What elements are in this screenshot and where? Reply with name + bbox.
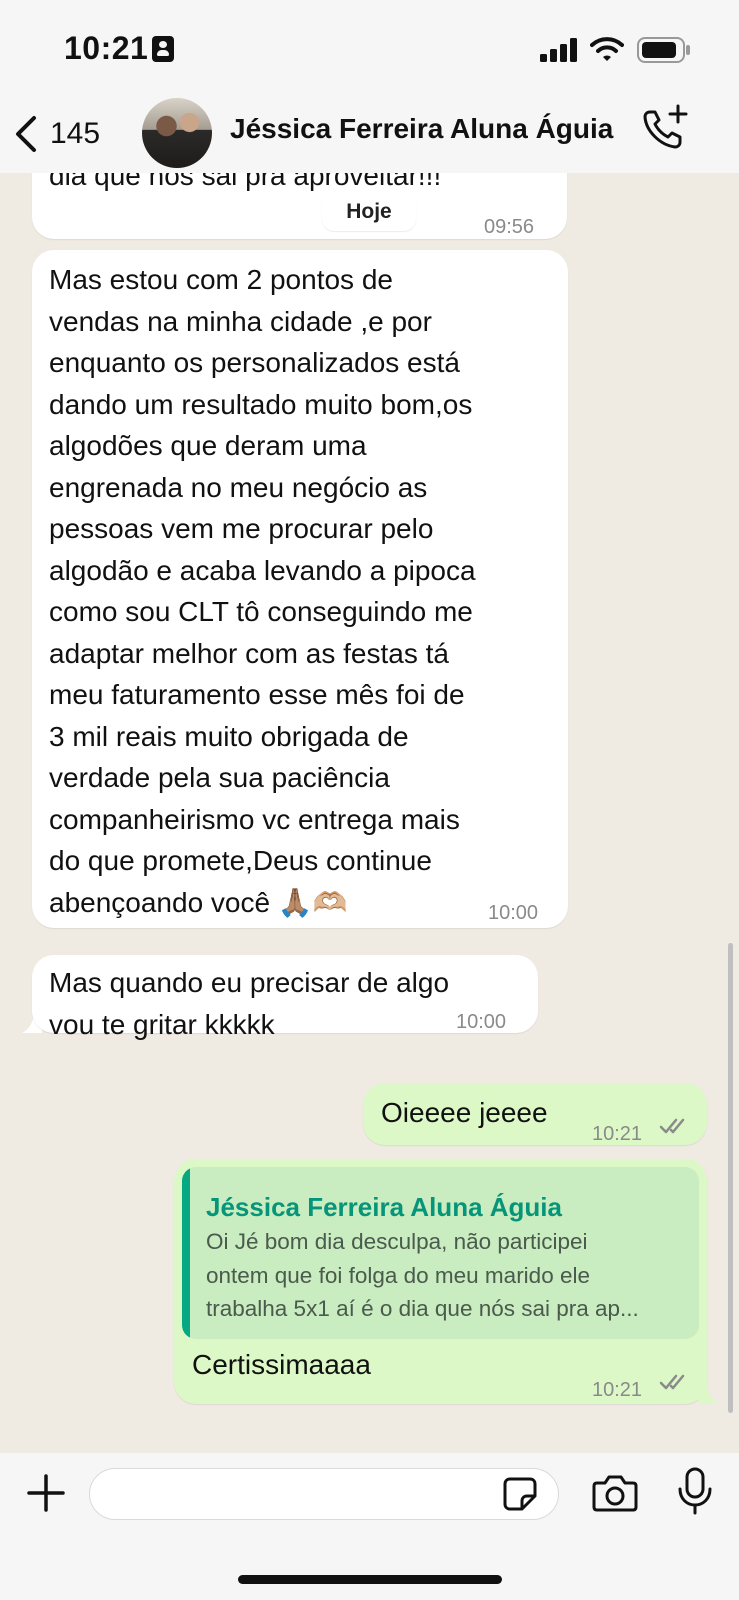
message-time: 09:56 — [484, 216, 535, 238]
microphone-icon — [678, 1467, 712, 1515]
message-time: 10:00 — [488, 902, 539, 924]
quote-author: Jéssica Ferreira Aluna Águia — [206, 1192, 562, 1222]
attach-button[interactable] — [26, 1473, 66, 1518]
message-text: Mas estou com 2 pontos de vendas na minh… — [49, 264, 476, 918]
message-input[interactable] — [89, 1468, 559, 1520]
message-text: Oieeee jeeee — [381, 1097, 548, 1128]
battery-icon — [637, 37, 690, 63]
message-time: 10:21 — [592, 1379, 643, 1401]
status-bar: 10:21 — [0, 0, 739, 95]
chat-messages[interactable]: dia que nós sai pra aproveitar!!! 09:56 … — [0, 173, 739, 1453]
quote-text: Oi Jé bom dia desculpa, não participei o… — [206, 1229, 639, 1321]
message-composer — [0, 1453, 739, 1600]
voice-message-button[interactable] — [677, 1467, 713, 1520]
unread-count: 145 — [50, 117, 101, 150]
sticker-button[interactable] — [502, 1476, 538, 1517]
contact-card-icon — [152, 36, 174, 62]
cellular-signal-icon — [540, 38, 577, 62]
phone-plus-icon — [643, 104, 688, 149]
quoted-message[interactable]: Jéssica Ferreira Aluna Águia Oi Jé bom d… — [182, 1167, 699, 1339]
scrollbar[interactable] — [728, 943, 733, 1413]
read-receipt-icon — [659, 1118, 685, 1134]
date-separator: Hoje — [322, 193, 416, 231]
read-receipt-icon — [659, 1374, 685, 1390]
contact-avatar[interactable] — [142, 98, 212, 168]
plus-icon — [27, 1474, 65, 1512]
bubble-tail — [699, 1382, 719, 1404]
incoming-message[interactable]: dia que nós sai pra aproveitar!!! 09:56 — [32, 173, 567, 239]
contact-name[interactable]: Jéssica Ferreira Aluna Águia — [230, 113, 620, 145]
message-text: Certissimaaaa — [192, 1349, 371, 1380]
sticker-icon — [503, 1477, 537, 1511]
incoming-message[interactable]: Mas quando eu precisar de algo vou te gr… — [32, 955, 538, 1040]
camera-icon — [592, 1475, 638, 1512]
quote-accent-bar — [182, 1167, 190, 1339]
status-time: 10:21 — [64, 30, 149, 66]
incoming-message[interactable]: Mas estou com 2 pontos de vendas na minh… — [32, 250, 568, 928]
home-indicator[interactable] — [238, 1575, 502, 1584]
chat-header: 145 Jéssica Ferreira Aluna Águia — [0, 95, 739, 174]
message-time: 10:21 — [592, 1123, 643, 1145]
chevron-left-icon — [16, 116, 36, 152]
back-button[interactable]: 145 — [14, 109, 100, 159]
camera-button[interactable] — [592, 1473, 638, 1518]
wifi-icon — [590, 37, 624, 61]
outgoing-message[interactable]: Oieeee jeeee 10:21 — [363, 1083, 707, 1145]
add-call-button[interactable] — [640, 103, 690, 158]
outgoing-reply-message[interactable]: Jéssica Ferreira Aluna Águia Oi Jé bom d… — [174, 1159, 707, 1404]
message-time: 10:00 — [456, 1011, 507, 1033]
